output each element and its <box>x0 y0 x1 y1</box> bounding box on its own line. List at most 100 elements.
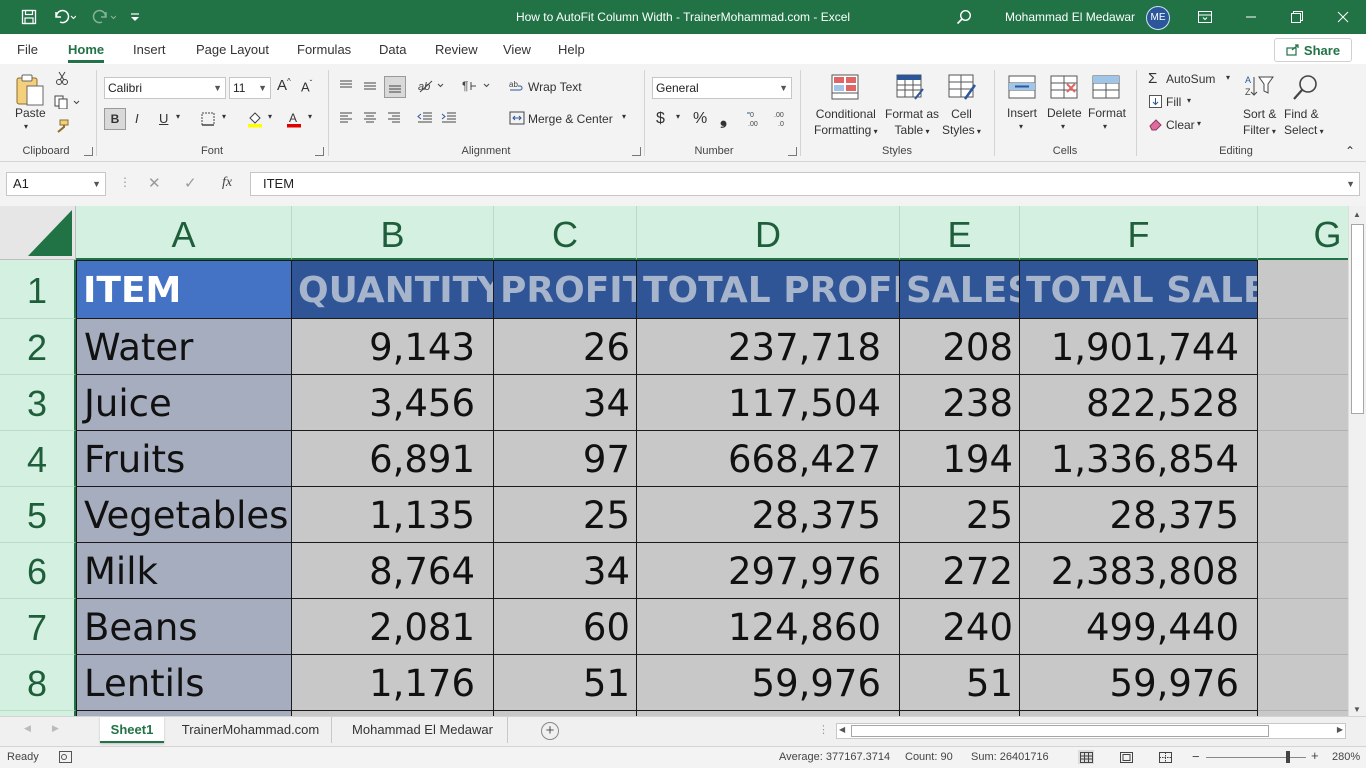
table-cell[interactable] <box>1258 655 1348 711</box>
fill-dropdown-icon[interactable]: ▾ <box>1187 96 1191 105</box>
select-all-button[interactable] <box>0 206 76 260</box>
fill-color-dropdown-icon[interactable]: ▾ <box>268 112 272 121</box>
merge-center-icon[interactable] <box>509 110 525 126</box>
sheet-tab-sheet1[interactable]: Sheet1 <box>100 717 164 743</box>
next-sheet-icon[interactable]: ▶ <box>52 723 59 734</box>
vertical-scrollbar[interactable]: ▲ ▼ <box>1348 206 1366 716</box>
cell-g1[interactable] <box>1258 260 1348 319</box>
scroll-left-icon[interactable]: ◀ <box>839 725 845 734</box>
cancel-icon[interactable]: ✕ <box>148 174 161 192</box>
table-cell[interactable]: 1,336,854 <box>1020 431 1258 487</box>
align-bottom-icon[interactable] <box>384 76 406 98</box>
collapse-ribbon-icon[interactable]: ⌃ <box>1345 144 1355 158</box>
enter-icon[interactable]: ✓ <box>184 174 197 192</box>
table-cell[interactable] <box>1258 543 1348 599</box>
prev-sheet-icon[interactable]: ◀ <box>24 723 31 734</box>
page-break-view-icon[interactable] <box>1157 750 1173 764</box>
table-cell[interactable]: 25 <box>900 487 1020 543</box>
column-header-d[interactable]: D <box>637 206 900 260</box>
alignment-launcher-icon[interactable] <box>632 147 641 156</box>
format-as-table-button[interactable]: Format as Table ▾ <box>885 106 939 140</box>
delete-cells-label[interactable]: Delete <box>1047 106 1082 120</box>
font-launcher-icon[interactable] <box>315 147 324 156</box>
user-name[interactable]: Mohammad El Medawar <box>1005 10 1135 24</box>
table-cell[interactable]: 297,976 <box>637 543 900 599</box>
row-header-3[interactable]: 3 <box>0 375 76 431</box>
minimize-icon[interactable] <box>1228 0 1274 34</box>
clipboard-launcher-icon[interactable] <box>84 147 93 156</box>
cell-f1[interactable]: TOTAL SALES <box>1020 260 1258 319</box>
sort-filter-button[interactable]: Sort & Filter ▾ <box>1243 106 1276 140</box>
decrease-indent-icon[interactable] <box>416 110 434 126</box>
scroll-down-icon[interactable]: ▼ <box>1353 705 1361 714</box>
font-color-dropdown-icon[interactable]: ▾ <box>308 112 312 121</box>
table-cell[interactable]: 60 <box>494 599 637 655</box>
table-cell[interactable]: 668,427 <box>637 431 900 487</box>
format-cells-label[interactable]: Format <box>1088 106 1126 120</box>
column-header-b[interactable]: B <box>292 206 494 260</box>
row-header-2[interactable]: 2 <box>0 319 76 375</box>
text-direction-icon[interactable]: ¶ <box>462 77 492 95</box>
table-cell[interactable]: 2,081 <box>292 599 494 655</box>
avatar[interactable]: ME <box>1146 6 1170 30</box>
autosum-label[interactable]: AutoSum <box>1166 72 1215 86</box>
status-count[interactable]: Count: 90 <box>905 751 953 763</box>
cut-icon[interactable] <box>54 70 70 86</box>
row-header-1[interactable]: 1 <box>0 260 76 319</box>
restore-icon[interactable] <box>1274 0 1320 34</box>
delete-dropdown-icon[interactable]: ▾ <box>1061 122 1065 131</box>
fill-color-icon[interactable] <box>246 110 264 128</box>
font-color-icon[interactable]: A <box>285 110 303 128</box>
horizontal-scroll-thumb[interactable] <box>851 725 1269 737</box>
underline-button[interactable]: U <box>159 111 168 126</box>
row-header-6[interactable]: 6 <box>0 543 76 599</box>
decrease-decimal-icon[interactable]: .00.0 <box>772 109 792 129</box>
clear-label[interactable]: Clear <box>1166 118 1195 132</box>
increase-decimal-icon[interactable]: 0.00 <box>746 109 766 129</box>
format-dropdown-icon[interactable]: ▾ <box>1103 122 1107 131</box>
table-cell[interactable]: 499,440 <box>1020 599 1258 655</box>
insert-cells-icon[interactable] <box>1006 72 1038 102</box>
table-cell[interactable]: 2,383,808 <box>1020 543 1258 599</box>
tab-review[interactable]: Review <box>435 42 478 57</box>
column-header-e[interactable]: E <box>900 206 1020 260</box>
table-cell[interactable]: Vegetables <box>76 487 292 543</box>
align-left-icon[interactable] <box>338 110 354 126</box>
vertical-scroll-thumb[interactable] <box>1351 224 1364 414</box>
search-icon[interactable] <box>952 0 976 34</box>
expand-formula-bar-icon[interactable]: ▼ <box>1346 173 1355 195</box>
format-as-table-icon[interactable] <box>894 72 926 102</box>
zoom-slider-thumb[interactable] <box>1286 751 1290 763</box>
autosum-icon[interactable]: Σ <box>1148 70 1157 87</box>
insert-dropdown-icon[interactable]: ▾ <box>1019 122 1023 131</box>
table-cell[interactable]: 237,718 <box>637 319 900 375</box>
sort-filter-icon[interactable]: AZ <box>1244 72 1276 102</box>
cell-a1[interactable]: ITEM <box>76 260 292 319</box>
page-layout-view-icon[interactable] <box>1118 750 1134 764</box>
tab-page-layout[interactable]: Page Layout <box>196 42 269 57</box>
table-cell[interactable]: 26 <box>494 319 637 375</box>
name-box[interactable]: A1 ▼ <box>6 172 106 196</box>
tab-help[interactable]: Help <box>558 42 585 57</box>
table-cell[interactable]: 208 <box>900 319 1020 375</box>
table-cell[interactable]: 59,976 <box>637 655 900 711</box>
tab-splitter-icon[interactable]: ⋮ <box>818 723 829 736</box>
cell-c1[interactable]: PROFIT <box>494 260 637 319</box>
bold-button[interactable]: B <box>104 108 126 130</box>
accessibility-icon[interactable] <box>58 750 72 764</box>
increase-font-size-icon[interactable]: A^ <box>277 77 291 94</box>
align-right-icon[interactable] <box>386 110 402 126</box>
eraser-icon[interactable] <box>1148 117 1162 131</box>
table-cell[interactable]: 124,860 <box>637 599 900 655</box>
find-select-button[interactable]: Find & Select ▾ <box>1284 106 1324 140</box>
decrease-font-size-icon[interactable]: Aˇ <box>301 79 312 94</box>
paste-icon[interactable] <box>12 72 48 108</box>
cell-styles-button[interactable]: Cell Styles ▾ <box>942 106 981 140</box>
underline-dropdown-icon[interactable]: ▾ <box>176 112 180 121</box>
clear-dropdown-icon[interactable]: ▾ <box>1197 119 1201 128</box>
add-sheet-icon[interactable]: + <box>541 722 559 740</box>
table-cell[interactable]: 822,528 <box>1020 375 1258 431</box>
table-cell[interactable] <box>1258 375 1348 431</box>
column-header-a[interactable]: A <box>76 206 292 260</box>
table-cell[interactable]: Juice <box>76 375 292 431</box>
